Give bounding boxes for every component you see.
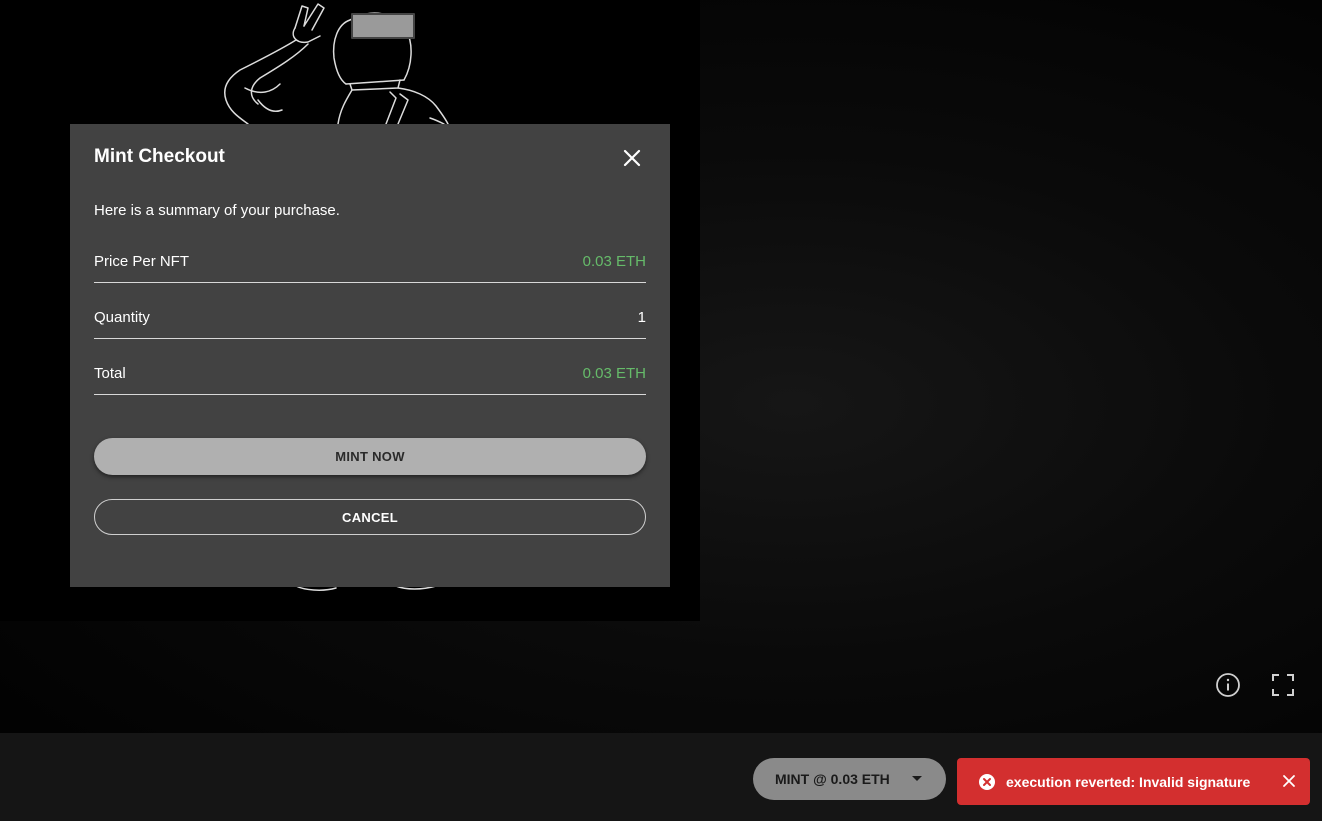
fullscreen-icon[interactable] bbox=[1269, 671, 1297, 699]
caret-down-icon bbox=[912, 776, 922, 781]
total-value: 0.03 ETH bbox=[582, 365, 646, 382]
mint-now-button[interactable]: MINT NOW bbox=[94, 438, 646, 475]
quantity-value: 1 bbox=[637, 309, 646, 326]
toast-close-icon[interactable] bbox=[1282, 774, 1296, 788]
total-row: Total 0.03 ETH bbox=[94, 365, 646, 395]
quantity-label: Quantity bbox=[94, 309, 150, 326]
mint-price-dropdown[interactable]: MINT @ 0.03 ETH bbox=[753, 758, 946, 800]
modal-subtitle: Here is a summary of your purchase. bbox=[94, 202, 340, 219]
error-circle-icon bbox=[978, 773, 996, 791]
total-label: Total bbox=[94, 365, 126, 382]
mint-checkout-modal: Mint Checkout Here is a summary of your … bbox=[70, 124, 670, 587]
price-per-nft-value: 0.03 ETH bbox=[582, 253, 646, 270]
error-toast: execution reverted: Invalid signature bbox=[957, 758, 1310, 805]
toast-message: execution reverted: Invalid signature bbox=[1006, 773, 1251, 790]
cancel-button[interactable]: CANCEL bbox=[94, 499, 646, 535]
quantity-row: Quantity 1 bbox=[94, 309, 646, 339]
close-icon[interactable] bbox=[622, 148, 642, 168]
price-per-nft-label: Price Per NFT bbox=[94, 253, 190, 270]
info-icon[interactable] bbox=[1214, 671, 1242, 699]
modal-title: Mint Checkout bbox=[94, 146, 225, 167]
mint-dropdown-label: MINT @ 0.03 ETH bbox=[775, 771, 890, 787]
price-per-nft-row: Price Per NFT 0.03 ETH bbox=[94, 253, 646, 283]
